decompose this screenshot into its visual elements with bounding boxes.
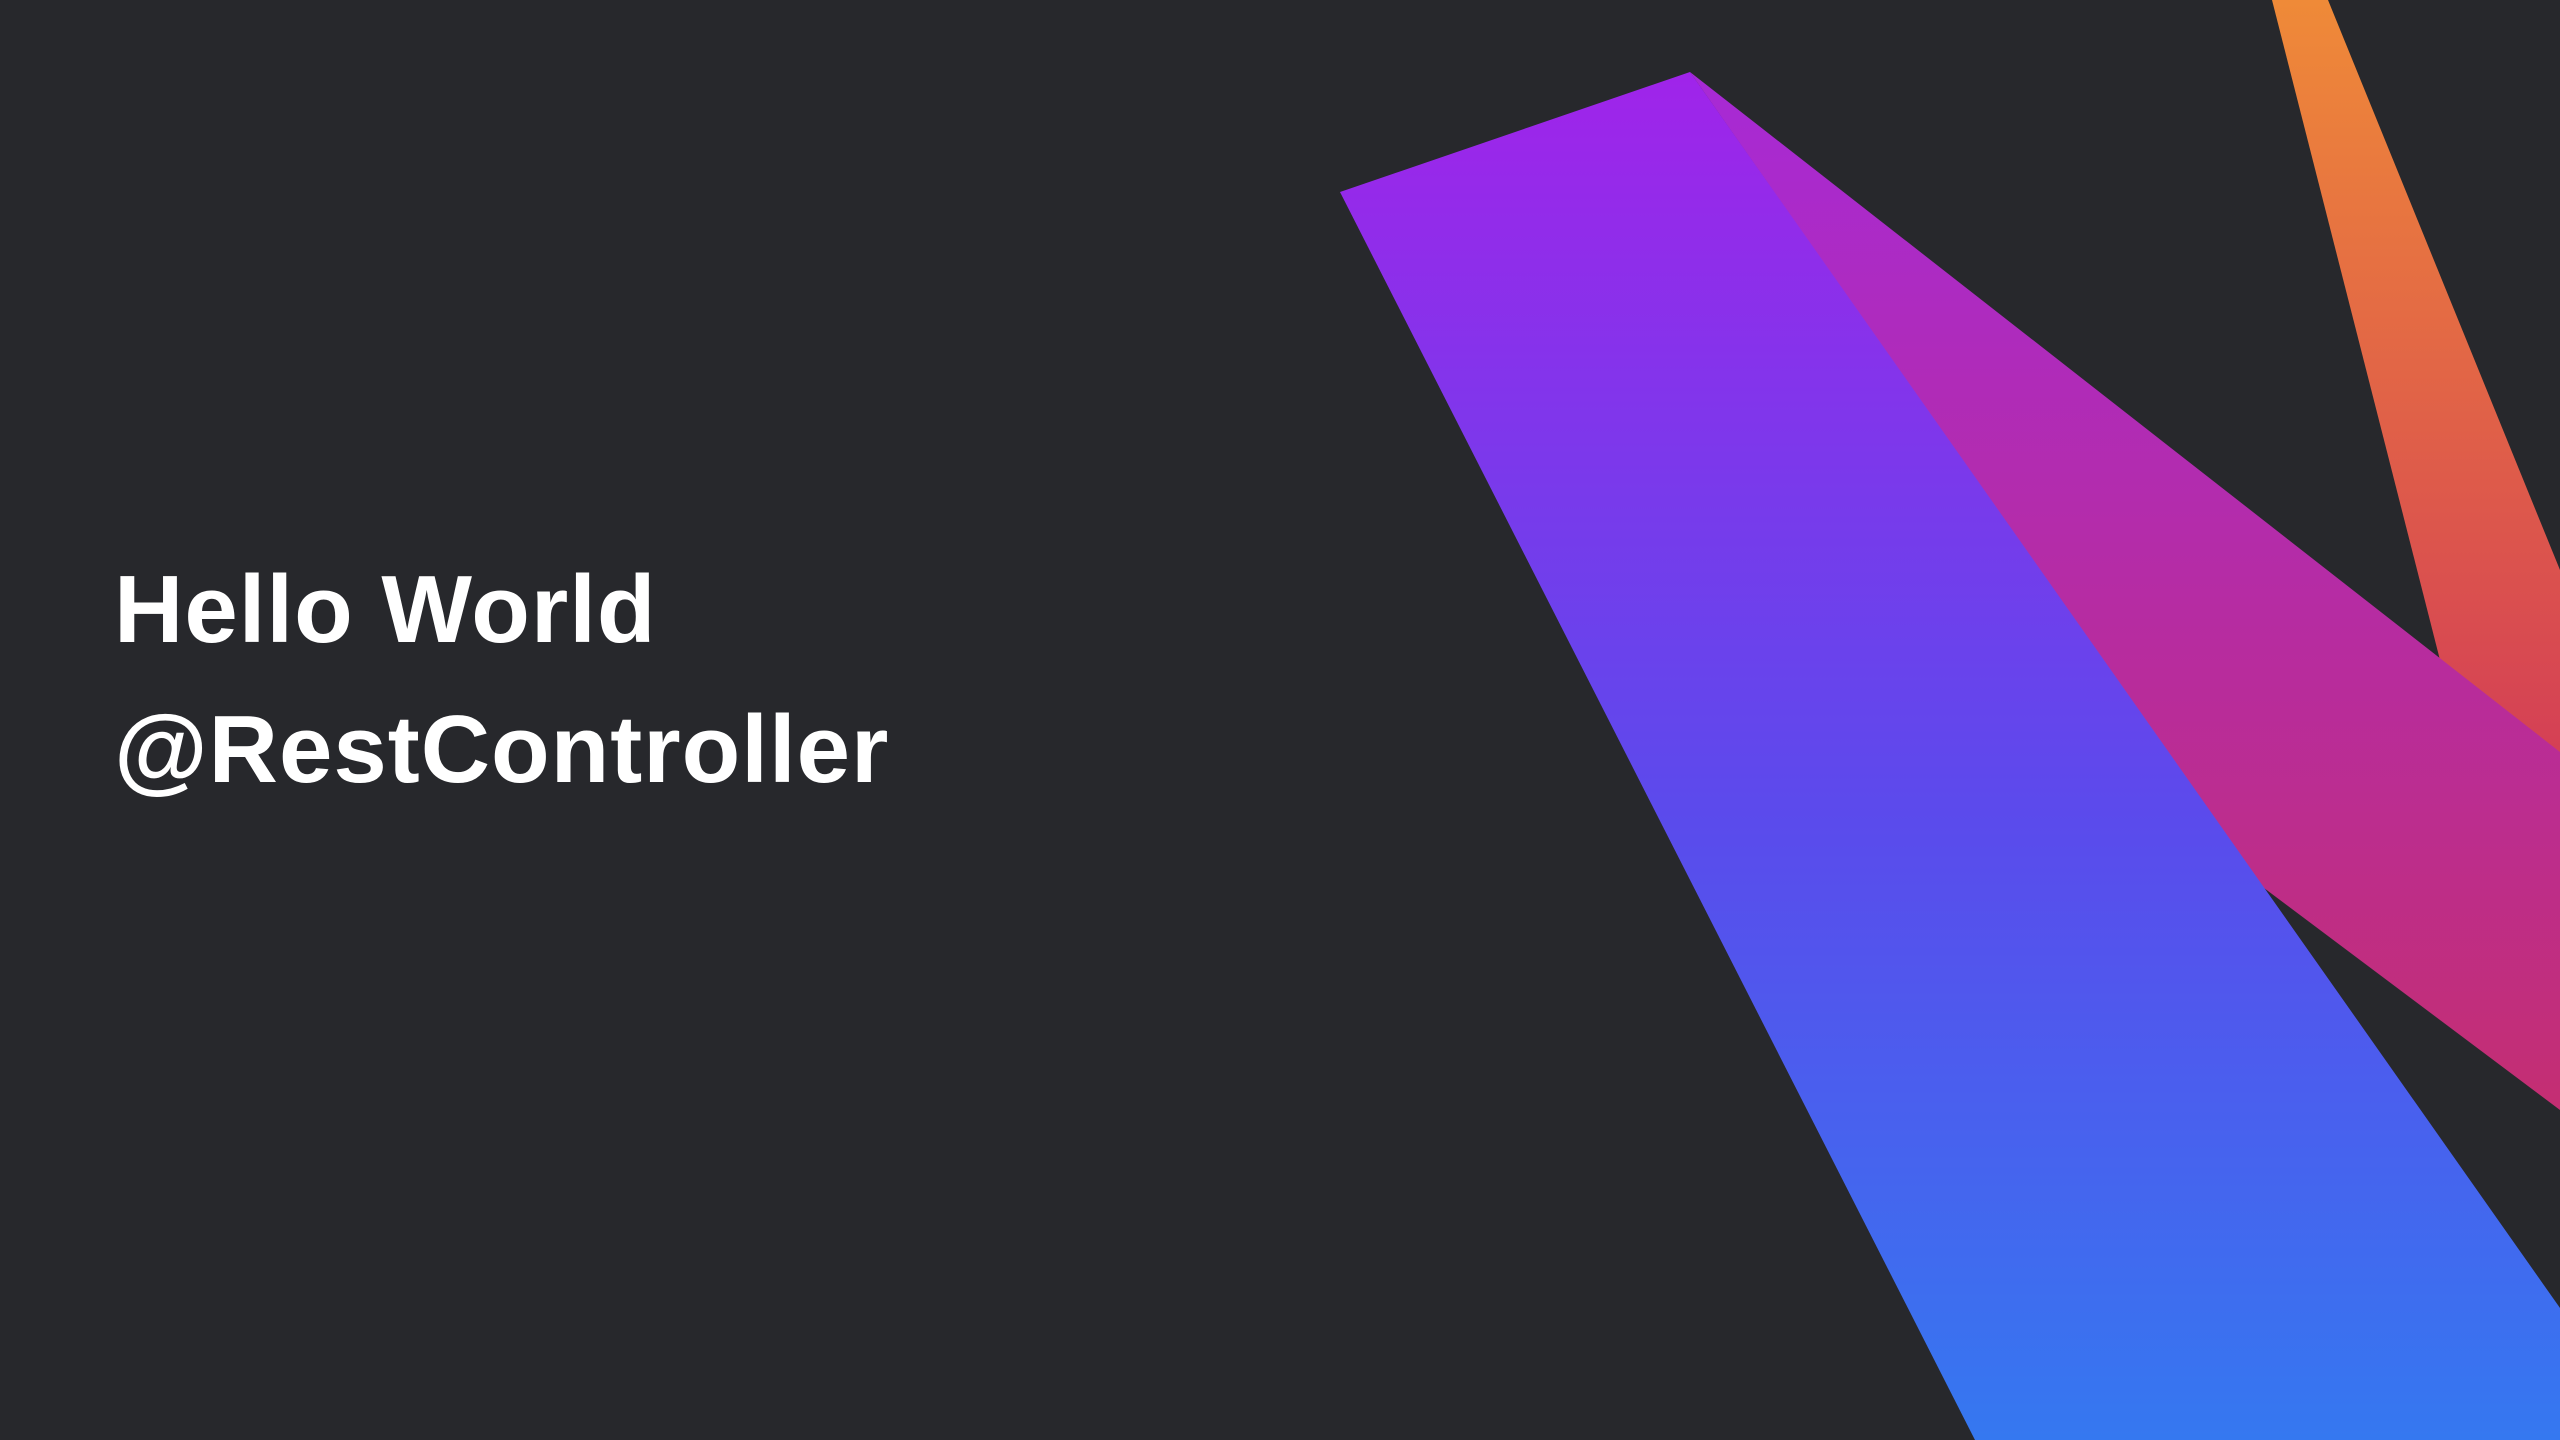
title-line-rest-controller: @RestController bbox=[114, 696, 890, 803]
slide-title: Hello World @RestController bbox=[114, 540, 889, 820]
title-line-hello-world: Hello World bbox=[114, 556, 657, 663]
slide: Hello World @RestController bbox=[0, 0, 2560, 1440]
